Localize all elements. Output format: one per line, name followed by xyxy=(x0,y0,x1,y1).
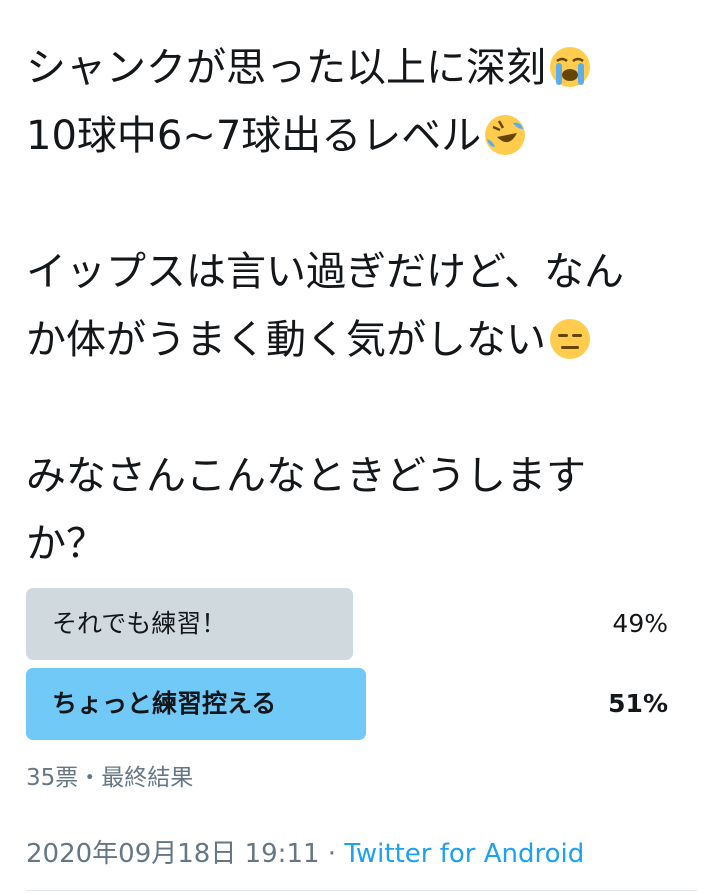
tweet-line-text: シャンクが思った以上に深刻 xyxy=(26,45,546,91)
expressionless-face-emoji-icon xyxy=(550,319,590,359)
tweet-line: みなさんこんなときどうします xyxy=(26,442,696,510)
poll-option-percent: 49% xyxy=(612,609,668,638)
poll-option-label: ちょっと練習控える xyxy=(52,689,277,718)
divider xyxy=(26,890,697,891)
tweet-line-text: イップスは言い過ぎだけど、なん xyxy=(26,249,624,295)
tweet-line-text: か体がうまく動く気がしない xyxy=(26,317,546,363)
tweet-line-text: みなさんこんなときどうします xyxy=(26,453,586,499)
rolling-on-floor-laughing-emoji-icon xyxy=(485,115,526,155)
poll-vote-count: 35票・最終結果 xyxy=(26,765,194,791)
tweet-line-text: か？ xyxy=(26,521,106,567)
tweet-line: か体がうまく動く気がしない xyxy=(26,306,696,374)
poll-option-1: それでも練習！ 49% xyxy=(26,588,676,660)
tweet-line-text: 10球中6~7球出るレベル xyxy=(26,113,482,159)
poll-option-label: それでも練習！ xyxy=(52,609,227,638)
tweet-timestamp: 2020年09月18日 19:11 · Twitter for Android xyxy=(26,833,584,870)
poll-option-2: ちょっと練習控える 51% xyxy=(26,668,676,740)
paragraph-break xyxy=(26,170,696,238)
loudly-crying-face-emoji-icon xyxy=(550,47,590,87)
tweet-body: シャンクが思った以上に深刻 10球中6~7球出るレベル イップスは言い過ぎだけど… xyxy=(26,34,696,578)
tweet-line: シャンクが思った以上に深刻 xyxy=(26,34,696,102)
timestamp-text[interactable]: 2020年09月18日 19:11 · xyxy=(26,839,344,869)
tweet-line: イップスは言い過ぎだけど、なん xyxy=(26,238,696,306)
paragraph-break xyxy=(26,374,696,442)
poll-option-percent: 51% xyxy=(608,689,668,718)
tweet-line: か？ xyxy=(26,510,696,578)
source-link[interactable]: Twitter for Android xyxy=(344,839,584,869)
tweet-line: 10球中6~7球出るレベル xyxy=(26,102,696,170)
tweet-text: シャンクが思った以上に深刻 10球中6~7球出るレベル イップスは言い過ぎだけど… xyxy=(26,34,696,578)
